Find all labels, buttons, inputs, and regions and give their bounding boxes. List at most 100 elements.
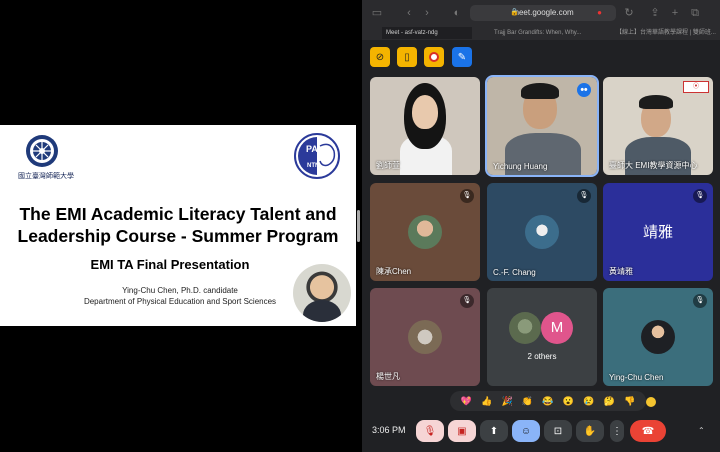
presentation-slide: 國立臺灣師範大學 PACN NTNU The EMI Academic Lite… — [0, 125, 356, 326]
cast-off-icon: ⊘ — [375, 51, 385, 63]
phone-hangup-icon: ☎ — [641, 425, 655, 437]
sad-reaction-icon[interactable]: 😢 — [583, 395, 594, 407]
participant-name: 楊世凡 — [376, 372, 400, 381]
new-tab-icon[interactable]: + — [668, 6, 682, 20]
participant-tile[interactable]: ⦿ 臺師大 EMI教學資源中心 — [603, 77, 713, 175]
notes-edit-icon: ✎ — [457, 51, 467, 63]
mic-off-icon: 🎙 — [693, 294, 707, 308]
participant-name: 黃靖雅 — [609, 267, 633, 276]
cast-off-button[interactable]: ⊘ — [370, 47, 390, 67]
captions-button[interactable]: ⊡ — [544, 420, 572, 442]
tab-course[interactable]: 【線上】台灣華語教學課程 | 雙師班... — [612, 27, 720, 39]
leave-door-button[interactable]: ▯ — [397, 47, 417, 67]
participant-hair — [639, 95, 673, 109]
end-call-button[interactable]: ☎ — [630, 420, 666, 442]
participant-tile[interactable]: 🎙 陳承Chen — [370, 183, 480, 281]
recording-button[interactable] — [424, 47, 444, 67]
forward-icon[interactable]: › — [420, 6, 434, 20]
captions-icon: ⊡ — [553, 425, 563, 437]
university-seal-icon — [26, 135, 58, 167]
university-name: 國立臺灣師範大學 — [18, 172, 74, 180]
door-icon: ▯ — [404, 51, 410, 63]
participant-tile-others[interactable]: M 2 others — [487, 288, 597, 386]
svg-text:PACN: PACN — [306, 144, 331, 154]
participant-name: 臺師大 EMI教學資源中心 — [609, 161, 698, 170]
participant-avatar-text: 靖雅 — [642, 224, 673, 241]
privacy-shield-icon[interactable]: ◐ — [450, 6, 464, 20]
slide-department: Department of Physical Education and Spo… — [83, 297, 277, 306]
screen: 國立臺灣師範大學 PACN NTNU The EMI Academic Lite… — [0, 0, 720, 452]
participant-tile[interactable]: 🎙 楊世凡 — [370, 288, 480, 386]
mic-off-icon: 🎙 — [693, 189, 707, 203]
mic-toggle-button[interactable]: 🎙 — [416, 420, 444, 442]
speaking-indicator-icon: ⦁⦁ — [577, 83, 591, 97]
participant-name: Ying-Chu Chen — [609, 373, 664, 382]
heart-reaction-icon[interactable]: 💖 — [461, 395, 472, 407]
reactions-bar: 💖 👍 🎉 👏 😂 😮 😢 🤔 👎 — [450, 391, 646, 411]
browser-toolbar: ▭ ‹ › ◐ 🔒 meet.google.com ● ↻ ⇪ + ⧉ — [362, 0, 720, 26]
thinking-reaction-icon[interactable]: 🤔 — [604, 395, 615, 407]
address-bar[interactable]: 🔒 meet.google.com ● — [470, 5, 616, 21]
mic-off-icon: 🎙 — [423, 425, 437, 437]
presenter-body — [303, 300, 341, 322]
presenter-self-view — [293, 264, 351, 322]
thumbs-up-reaction-icon[interactable]: 👍 — [481, 395, 492, 407]
participant-avatar — [525, 215, 559, 249]
more-options-button[interactable]: ⋮ — [610, 420, 624, 442]
participant-avatar — [408, 215, 442, 249]
slide-subtitle: EMI TA Final Presentation — [90, 257, 250, 272]
url-text: meet.google.com — [512, 8, 574, 17]
raise-hand-button[interactable]: ✋ — [576, 420, 604, 442]
chevron-up-icon[interactable]: ⌃ — [698, 426, 705, 435]
participant-avatar — [509, 312, 541, 344]
slide-title-line1: The EMI Academic Literacy Talent and — [19, 204, 337, 224]
mic-off-icon: 🎙 — [460, 294, 474, 308]
present-screen-icon: ⬆ — [489, 425, 499, 437]
others-avatars: M — [509, 312, 579, 346]
participant-tile[interactable]: 🎙 C.-F. Chang — [487, 183, 597, 281]
participant-tile[interactable]: 🎙 Ying-Chu Chen — [603, 288, 713, 386]
emoji-icon: ☺ — [520, 425, 532, 437]
meet-browser-pane: ▭ ‹ › ◐ 🔒 meet.google.com ● ↻ ⇪ + ⧉ Meet… — [362, 0, 720, 452]
thumbs-down-reaction-icon[interactable]: 👎 — [624, 395, 635, 407]
recording-icon — [429, 52, 439, 62]
slide-author: Ying-Chu Chen, Ph.D. candidate — [122, 286, 238, 295]
tab-article[interactable]: Trajj Bar Grandifts: When, Why... — [490, 27, 594, 39]
sidebar-toggle-icon[interactable]: ▭ — [370, 6, 384, 20]
slide-title: The EMI Academic Literacy Talent and Lea… — [8, 203, 348, 247]
split-view-divider[interactable] — [357, 210, 360, 242]
meeting-clock: 3:06 PM — [372, 425, 406, 435]
mic-off-icon: 🎙 — [460, 189, 474, 203]
camera-off-icon: ▣ — [457, 425, 467, 437]
camera-toggle-button[interactable]: ▣ — [448, 420, 476, 442]
skin-tone-picker-icon[interactable] — [646, 397, 656, 407]
reactions-button[interactable]: ☺ — [512, 420, 540, 442]
surprised-reaction-icon[interactable]: 😮 — [563, 395, 574, 407]
present-screen-button[interactable]: ⬆ — [480, 420, 508, 442]
wall-sign: ⦿ — [683, 81, 709, 93]
microphone-active-icon: ● — [597, 8, 602, 17]
participant-name: C.-F. Chang — [493, 268, 536, 277]
tab-bar: Meet - asf-vatz-ndg Trajj Bar Grandifts:… — [362, 26, 720, 40]
participant-face — [412, 95, 438, 129]
tab-overview-icon[interactable]: ⧉ — [688, 6, 702, 20]
back-icon[interactable]: ‹ — [402, 6, 416, 20]
party-reaction-icon[interactable]: 🎉 — [501, 395, 512, 407]
tab-meet[interactable]: Meet - asf-vatz-ndg — [382, 27, 472, 39]
participant-hair — [521, 83, 559, 99]
participant-tile-speaking[interactable]: ⦁⦁ Yichung Huang — [485, 75, 599, 177]
share-icon[interactable]: ⇪ — [648, 6, 662, 20]
participant-tile[interactable]: 劉師萱 — [370, 77, 480, 175]
laugh-reaction-icon[interactable]: 😂 — [542, 395, 553, 407]
participant-tile[interactable]: 靖雅 🎙 黃靖雅 — [603, 183, 713, 281]
participant-name: Yichung Huang — [493, 162, 548, 171]
pacn-logo-icon: PACN NTNU — [294, 133, 340, 179]
participant-name: 陳承Chen — [376, 267, 412, 276]
notes-button[interactable]: ✎ — [452, 47, 472, 67]
others-count: 2 others — [527, 352, 557, 361]
slide-title-line2: Leadership Course - Summer Program — [17, 226, 339, 246]
reload-icon[interactable]: ↻ — [622, 6, 636, 20]
lock-icon: 🔒 — [510, 9, 519, 16]
clap-reaction-icon[interactable]: 👏 — [522, 395, 533, 407]
raise-hand-icon: ✋ — [583, 425, 597, 437]
